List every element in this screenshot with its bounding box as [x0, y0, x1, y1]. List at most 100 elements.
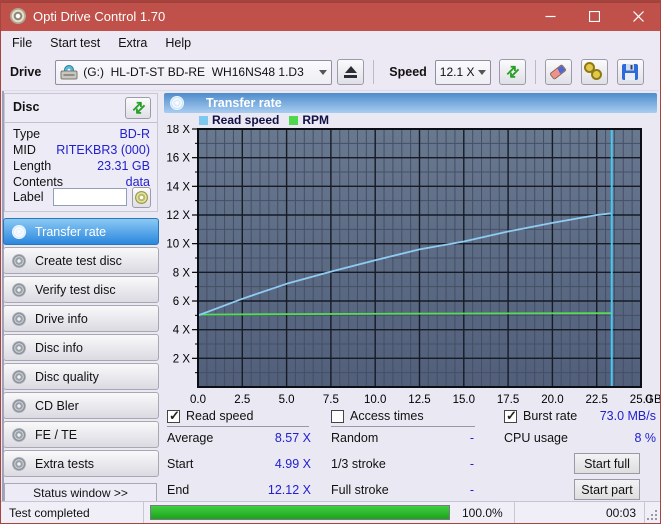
svg-text:18 X: 18 X: [166, 125, 190, 136]
status-text: Test completed: [1, 502, 143, 523]
speed-select[interactable]: 12.1 X: [435, 60, 491, 85]
burst-rate-checkbox[interactable]: [504, 410, 517, 423]
sidebar-item-disc-quality[interactable]: Disc quality: [3, 363, 159, 390]
panel-title: Transfer rate: [206, 96, 282, 110]
sidebar-item-cd-bler[interactable]: CD Bler: [3, 392, 159, 419]
burst-rate-value: 73.0 MB/s: [576, 409, 656, 423]
refresh-arrows-icon: ⇅: [503, 62, 523, 82]
burst-rate-checkbox-row: Burst rate: [504, 408, 577, 424]
eject-icon: [345, 66, 357, 73]
refresh-arrows-icon: ⇅: [128, 98, 148, 118]
menu-extra[interactable]: Extra: [109, 33, 156, 53]
disc-icon: [12, 428, 26, 442]
drive-label: Drive: [10, 65, 41, 79]
refresh-speed-button[interactable]: ⇅: [499, 59, 526, 85]
disc-label-input[interactable]: [53, 188, 127, 206]
start-full-button[interactable]: Start full: [574, 453, 640, 474]
sidebar-item-transfer-rate[interactable]: Transfer rate: [3, 218, 159, 245]
eraser-icon: [550, 64, 568, 80]
svg-text:4 X: 4 X: [173, 325, 191, 337]
access-times-checkbox-row: Access times: [331, 408, 424, 424]
disc-icon: [12, 370, 26, 384]
disc-lightning-icon: [170, 96, 184, 110]
resize-grip-icon[interactable]: [645, 502, 660, 523]
statusbar: Test completed 100.0% 00:03: [1, 501, 660, 523]
disc-type-row: Type BD-R: [13, 127, 150, 142]
full-stroke-value: -: [401, 483, 474, 497]
svg-text:0.0: 0.0: [190, 394, 206, 406]
svg-text:16 X: 16 X: [166, 153, 190, 165]
sidebar-item-verify-test-disc[interactable]: Verify test disc: [3, 276, 159, 303]
svg-text:7.5: 7.5: [323, 394, 339, 406]
sidebar-item-drive-info[interactable]: Drive info: [3, 305, 159, 332]
disc-panel-title: Disc: [13, 100, 39, 114]
maximize-button[interactable]: [572, 1, 616, 31]
rpm-legend-swatch: [289, 116, 298, 125]
close-button[interactable]: [616, 1, 660, 31]
maximize-icon: [589, 11, 600, 22]
save-button[interactable]: [617, 59, 644, 85]
end-label: End: [167, 483, 189, 497]
drive-value: (G:) HL-DT-ST BD-RE WH16NS48 1.D3: [83, 65, 304, 79]
access-times-checkbox[interactable]: [331, 410, 344, 423]
close-icon: [633, 11, 644, 22]
menu-help[interactable]: Help: [156, 33, 200, 53]
erase-button[interactable]: [545, 59, 572, 85]
chart-plot: 2 X4 X6 X8 X10 X12 X14 X16 X18 X0.02.55.…: [164, 125, 661, 409]
titlebar: Opti Drive Control 1.70: [1, 1, 660, 31]
tools-button[interactable]: [581, 59, 608, 85]
svg-text:12.5: 12.5: [408, 394, 430, 406]
sidebar-item-create-test-disc[interactable]: Create test disc: [3, 247, 159, 274]
read-speed-checkbox-row: Read speed: [167, 408, 253, 424]
svg-text:10.0: 10.0: [364, 394, 386, 406]
disc-mid-row: MID RITEKBR3 (000): [13, 143, 150, 158]
chevron-down-icon: [478, 70, 486, 75]
menu-file[interactable]: File: [2, 33, 41, 53]
minimize-icon: [545, 11, 556, 22]
write-label-button[interactable]: [132, 187, 151, 208]
disc-icon: [135, 191, 148, 204]
menubar: File Start test Extra Help: [2, 31, 659, 54]
floppy-disk-icon: [621, 63, 639, 81]
svg-text:6 X: 6 X: [173, 296, 191, 308]
svg-text:12 X: 12 X: [166, 210, 190, 222]
average-label: Average: [167, 431, 213, 445]
disc-icon: [12, 457, 26, 471]
one-third-stroke-label: 1/3 stroke: [331, 457, 386, 471]
speed-label: Speed: [389, 65, 427, 79]
disc-lightning-icon: [12, 225, 26, 239]
disc-icon: [12, 312, 26, 326]
sidebar-item-disc-info[interactable]: Disc info: [3, 334, 159, 361]
svg-text:2.5: 2.5: [234, 394, 250, 406]
start-part-button[interactable]: Start part: [574, 479, 640, 500]
drive-select[interactable]: (G:) HL-DT-ST BD-RE WH16NS48 1.D3: [55, 60, 332, 85]
svg-text:5.0: 5.0: [279, 394, 295, 406]
sidebar-item-fe-te[interactable]: FE / TE: [3, 421, 159, 448]
start-label: Start: [167, 457, 193, 471]
sidebar: Transfer rate Create test disc Verify te…: [3, 218, 159, 477]
app-disc-icon: [10, 8, 26, 24]
end-value: 12.12 X: [231, 483, 311, 497]
read-speed-checkbox[interactable]: [167, 410, 180, 423]
minimize-button[interactable]: [528, 1, 572, 31]
disc-refresh-button[interactable]: ⇅: [125, 97, 151, 119]
random-label: Random: [331, 431, 378, 445]
progress-percent: 100.0%: [456, 502, 514, 523]
chevron-down-icon: [319, 70, 327, 75]
svg-text:2 X: 2 X: [173, 353, 191, 365]
cpu-usage-label: CPU usage: [504, 431, 568, 445]
svg-text:10 X: 10 X: [166, 239, 190, 251]
average-value: 8.57 X: [231, 431, 311, 445]
svg-text:8 X: 8 X: [173, 267, 191, 279]
status-window-button[interactable]: Status window >>: [4, 483, 157, 503]
panel-header: Transfer rate: [164, 93, 657, 113]
random-value: -: [401, 431, 474, 445]
sidebar-item-extra-tests[interactable]: Extra tests: [3, 450, 159, 477]
start-value: 4.99 X: [231, 457, 311, 471]
menu-start-test[interactable]: Start test: [41, 33, 109, 53]
disc-icon: [12, 283, 26, 297]
optical-drive-icon: [60, 65, 78, 80]
disc-icon: [12, 399, 26, 413]
cpu-usage-value: 8 %: [576, 431, 656, 445]
eject-button[interactable]: [337, 59, 364, 85]
